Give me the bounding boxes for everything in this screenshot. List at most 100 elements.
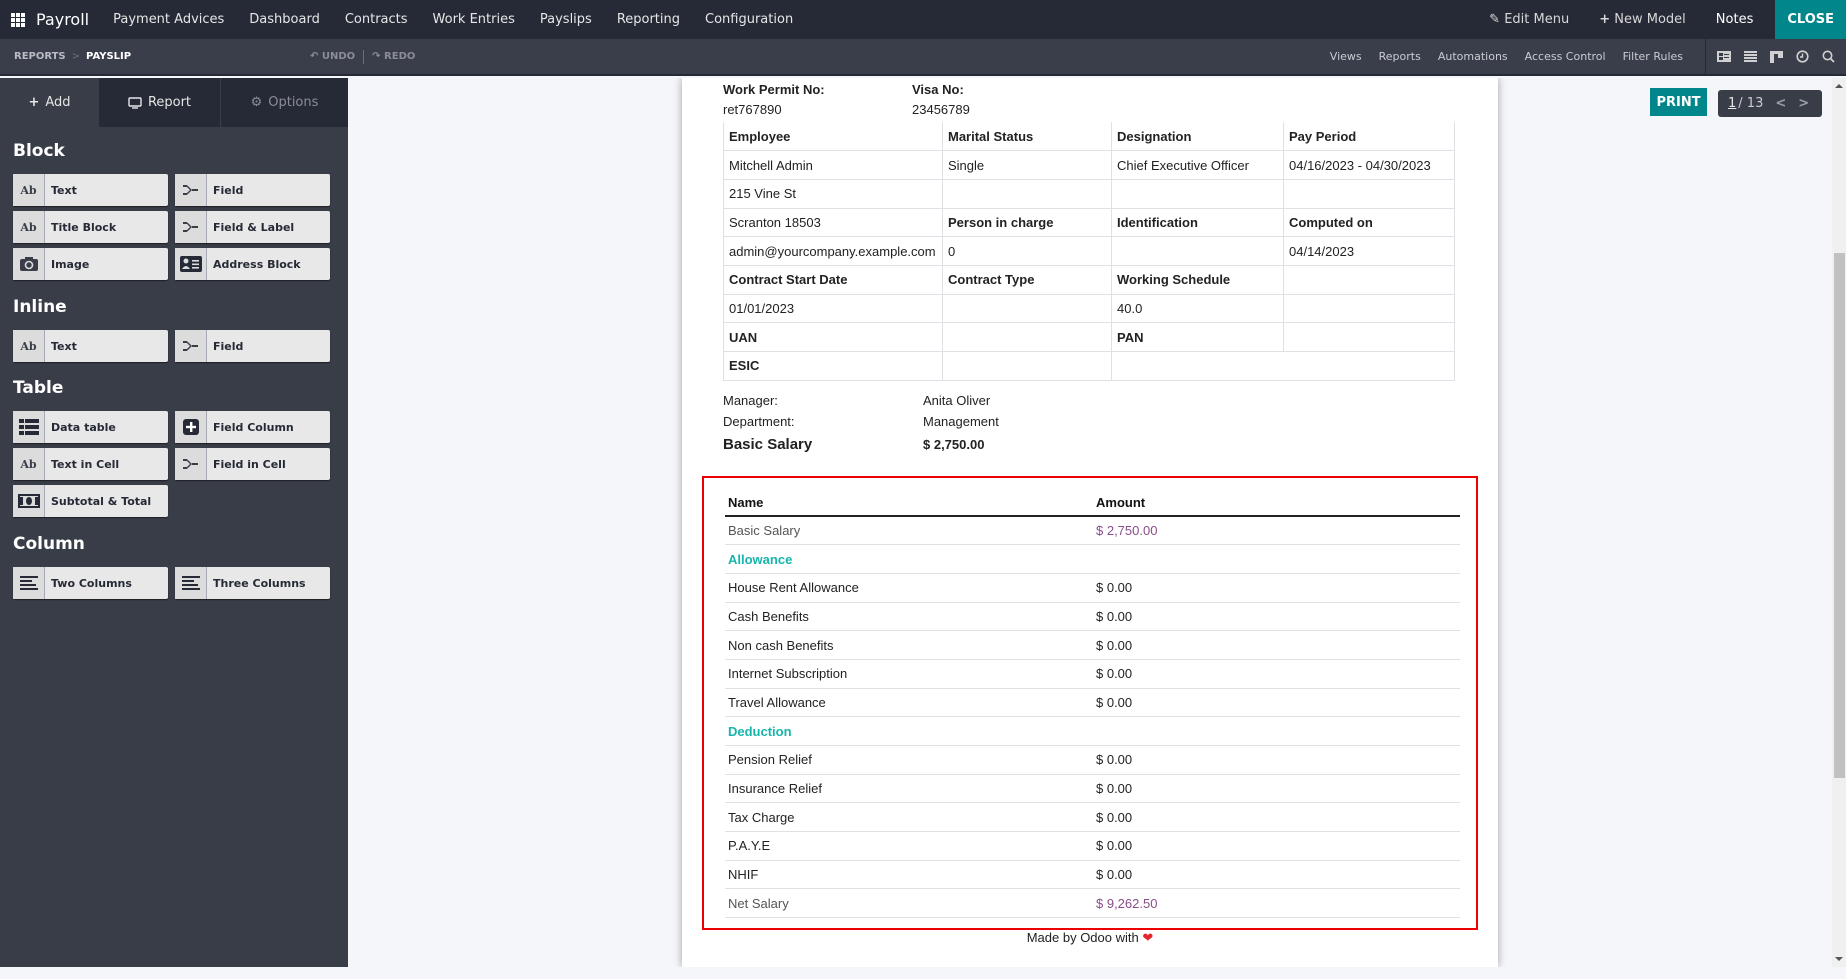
list-view-icon[interactable] (1742, 50, 1758, 64)
info-cell[interactable] (942, 322, 1112, 352)
notes-button[interactable]: Notes (1716, 12, 1754, 27)
info-cell[interactable]: Contract Type (942, 264, 1112, 295)
line-name[interactable]: Net Salary (725, 888, 1093, 919)
menu-payslips[interactable]: Payslips (540, 12, 592, 27)
line-name[interactable]: Deduction (725, 716, 1093, 746)
kanban-view-icon[interactable] (1768, 50, 1784, 64)
component-field-column[interactable]: Field Column (175, 411, 330, 443)
line-amount[interactable]: $ 9,262.50 (1093, 888, 1460, 919)
line-amount[interactable]: $ 0.00 (1093, 774, 1460, 804)
info-cell[interactable] (1283, 322, 1455, 352)
info-cell[interactable]: Marital Status (942, 122, 1112, 152)
vertical-scrollbar[interactable] (1832, 78, 1846, 967)
info-cell[interactable]: Identification (1111, 207, 1284, 238)
line-name[interactable]: Insurance Relief (725, 774, 1093, 804)
info-cell[interactable]: 40.0 (1111, 293, 1284, 324)
info-cell[interactable]: 01/01/2023 (723, 293, 943, 324)
redo-button[interactable]: ↷ REDO (372, 51, 415, 62)
report-page[interactable]: Work Permit No: ret767890 Visa No: 23456… (682, 78, 1498, 967)
component-field-block[interactable]: Field (175, 174, 330, 206)
component-address-block[interactable]: Address Block (175, 248, 330, 280)
access-control-link[interactable]: Access Control (1525, 50, 1606, 63)
info-cell[interactable]: Single (942, 150, 1112, 180)
info-cell[interactable]: 0 (942, 236, 1112, 266)
form-view-icon[interactable] (1716, 50, 1732, 64)
scrollbar-thumb[interactable] (1834, 253, 1845, 778)
pager-current[interactable]: 1 (1728, 96, 1736, 111)
scroll-up-arrow-icon[interactable] (1835, 84, 1843, 88)
info-cell[interactable]: 04/16/2023 - 04/30/2023 (1283, 150, 1455, 180)
component-image[interactable]: Image (13, 248, 168, 280)
menu-configuration[interactable]: Configuration (705, 12, 793, 27)
tab-add[interactable]: + Add (0, 78, 99, 127)
menu-reporting[interactable]: Reporting (617, 12, 680, 27)
line-amount[interactable]: $ 0.00 (1093, 630, 1460, 660)
line-amount[interactable] (1093, 716, 1460, 746)
line-name[interactable]: House Rent Allowance (725, 573, 1093, 603)
menu-work-entries[interactable]: Work Entries (433, 12, 515, 27)
component-three-columns[interactable]: Three Columns (175, 567, 330, 599)
line-name[interactable]: Allowance (725, 544, 1093, 574)
info-cell[interactable]: Pay Period (1283, 122, 1455, 152)
component-text-inline[interactable]: Ab Text (13, 330, 168, 362)
component-field-inline[interactable]: Field (175, 330, 330, 362)
line-amount[interactable]: $ 2,750.00 (1093, 516, 1460, 546)
component-text-block[interactable]: Ab Text (13, 174, 168, 206)
line-name[interactable]: Non cash Benefits (725, 630, 1093, 660)
info-cell[interactable] (942, 178, 1112, 209)
menu-payment-advices[interactable]: Payment Advices (113, 12, 224, 27)
info-cell[interactable] (1283, 264, 1455, 295)
line-amount[interactable]: $ 0.00 (1093, 688, 1460, 718)
component-field-and-label[interactable]: Field & Label (175, 211, 330, 243)
menu-dashboard[interactable]: Dashboard (249, 12, 320, 27)
salary-lines-table[interactable]: Name Amount Basic Salary $ 2,750.00 Allowa… (725, 490, 1460, 919)
close-button[interactable]: CLOSE (1775, 0, 1846, 39)
line-name[interactable]: P.A.Y.E (725, 831, 1093, 861)
info-cell[interactable] (1283, 293, 1455, 324)
views-link[interactable]: Views (1330, 50, 1362, 63)
info-cell[interactable]: Computed on (1283, 207, 1455, 238)
search-icon[interactable] (1820, 50, 1836, 64)
info-cell[interactable]: Person in charge (942, 207, 1112, 238)
new-model-button[interactable]: + New Model (1599, 12, 1686, 27)
info-cell[interactable]: PAN (1111, 322, 1284, 352)
work-permit-block[interactable]: Work Permit No: ret767890 (723, 82, 825, 122)
info-cell[interactable] (1111, 236, 1284, 266)
component-subtotal-total[interactable]: Subtotal & Total (13, 485, 168, 517)
reports-link[interactable]: Reports (1379, 50, 1421, 63)
info-cell[interactable]: Employee (723, 122, 943, 152)
activity-view-icon[interactable] (1794, 50, 1810, 64)
menu-contracts[interactable]: Contracts (345, 12, 408, 27)
info-cell[interactable]: Chief Executive Officer (1111, 150, 1284, 180)
line-amount[interactable]: $ 0.00 (1093, 659, 1460, 689)
line-name[interactable]: Travel Allowance (725, 688, 1093, 718)
line-name[interactable]: NHIF (725, 860, 1093, 890)
pager-previous-icon[interactable]: < (1775, 96, 1786, 111)
component-title-block[interactable]: Ab Title Block (13, 211, 168, 243)
line-name[interactable]: Pension Relief (725, 745, 1093, 775)
line-name[interactable]: Internet Subscription (725, 659, 1093, 689)
line-amount[interactable]: $ 0.00 (1093, 802, 1460, 833)
component-two-columns[interactable]: Two Columns (13, 567, 168, 599)
line-amount[interactable]: $ 0.00 (1093, 745, 1460, 775)
column-header-amount[interactable]: Amount (1093, 490, 1460, 517)
tab-options[interactable]: ⚙ Options (221, 78, 348, 127)
print-button[interactable]: PRINT (1650, 88, 1707, 116)
info-cell[interactable] (1111, 178, 1284, 209)
info-cell[interactable] (942, 351, 1112, 381)
info-cell[interactable] (942, 293, 1112, 324)
component-data-table[interactable]: Data table (13, 411, 168, 443)
automations-link[interactable]: Automations (1438, 50, 1508, 63)
component-text-in-cell[interactable]: Ab Text in Cell (13, 448, 168, 480)
info-cell[interactable]: Designation (1111, 122, 1284, 152)
scroll-down-arrow-icon[interactable] (1835, 957, 1843, 961)
info-cell[interactable]: UAN (723, 322, 943, 352)
line-amount[interactable] (1093, 544, 1460, 574)
line-amount[interactable]: $ 0.00 (1093, 831, 1460, 861)
manager-department-block[interactable]: Manager: Anita Oliver Department: Manage… (723, 390, 999, 456)
info-cell[interactable] (1283, 178, 1455, 209)
edit-menu-button[interactable]: ✎ Edit Menu (1489, 12, 1569, 27)
line-name[interactable]: Basic Salary (725, 516, 1093, 546)
apps-grid-icon[interactable] (11, 12, 25, 27)
pager-next-icon[interactable]: > (1798, 96, 1809, 111)
